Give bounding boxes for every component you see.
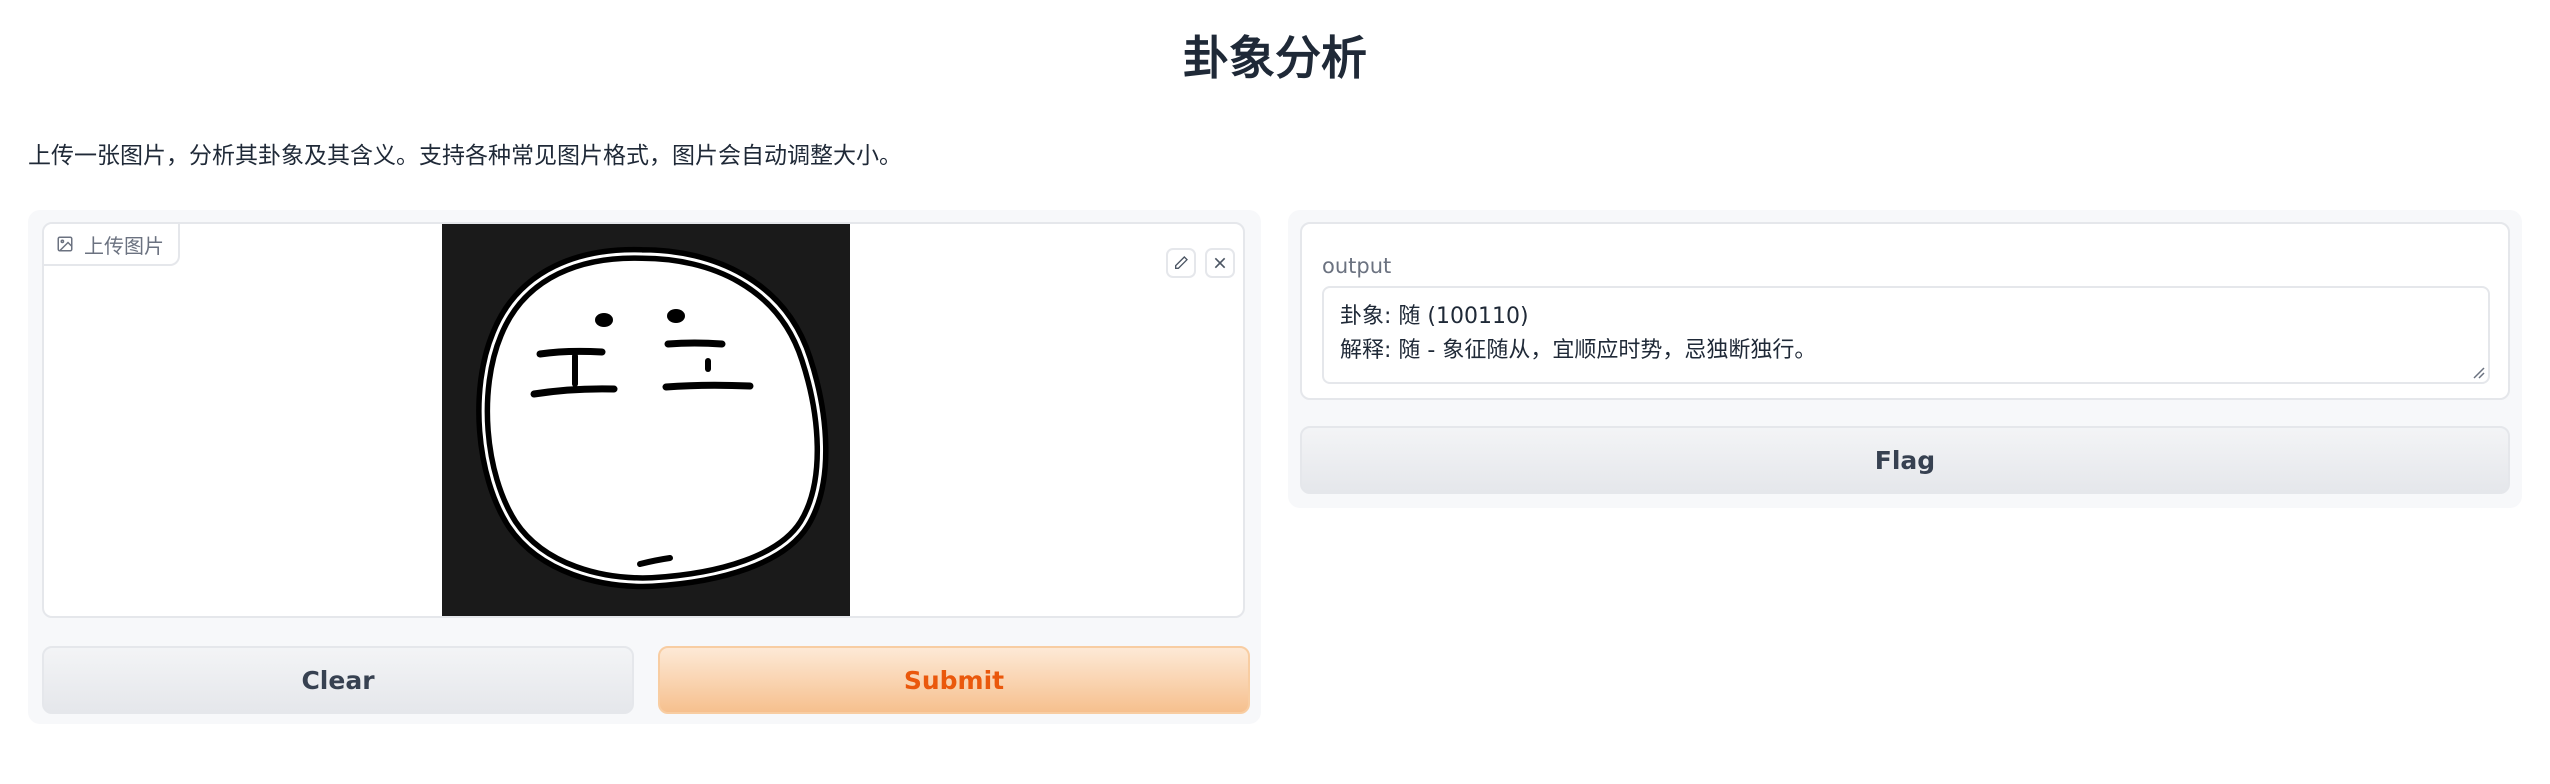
resize-handle-icon[interactable] <box>2471 365 2485 379</box>
output-explanation-line: 解释: 随 - 象征随从，宜顺应时势，忌独断独行。 <box>1340 338 1817 363</box>
output-block: output 卦象: 随 (100110) 解释: 随 - 象征随从，宜顺应时势… <box>1300 222 2510 400</box>
page-description: 上传一张图片，分析其卦象及其含义。支持各种常见图片格式，图片会自动调整大小。 <box>28 143 902 169</box>
output-panel: output 卦象: 随 (100110) 解释: 随 - 象征随从，宜顺应时势… <box>1288 210 2522 508</box>
input-panel: 上传图片 Clear Submit <box>28 210 1261 724</box>
submit-button[interactable]: Submit <box>658 646 1250 714</box>
remove-image-button[interactable] <box>1205 248 1235 278</box>
image-label-text: 上传图片 <box>84 233 164 258</box>
image-icon <box>57 236 73 252</box>
close-icon <box>1214 257 1226 269</box>
clear-button[interactable]: Clear <box>42 646 634 714</box>
output-label: output <box>1322 254 1392 278</box>
image-label: 上传图片 <box>44 224 180 266</box>
uploaded-image <box>442 224 850 616</box>
output-result-line: 卦象: 随 (100110) <box>1340 304 1529 329</box>
output-textbox[interactable]: 卦象: 随 (100110) 解释: 随 - 象征随从，宜顺应时势，忌独断独行。 <box>1322 286 2490 384</box>
image-upload-area[interactable]: 上传图片 <box>42 222 1245 618</box>
pencil-icon <box>1175 256 1188 269</box>
flag-button[interactable]: Flag <box>1300 426 2510 494</box>
page-title: 卦象分析 <box>1183 31 1367 85</box>
edit-image-button[interactable] <box>1166 248 1196 278</box>
